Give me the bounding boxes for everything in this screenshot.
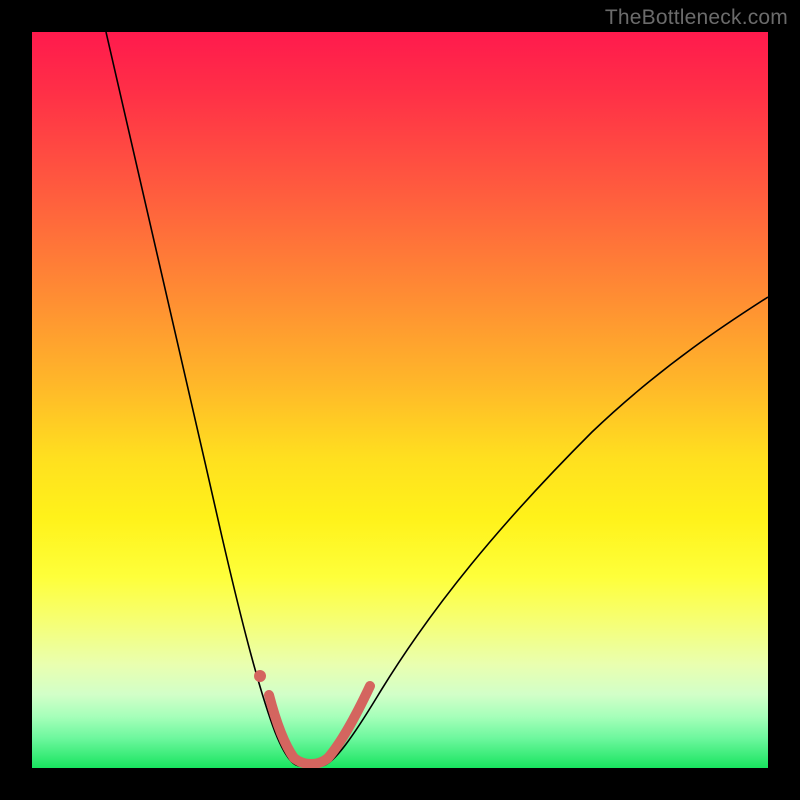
outer-frame: TheBottleneck.com — [0, 0, 800, 800]
watermark-text: TheBottleneck.com — [605, 6, 788, 30]
curve-layer — [32, 32, 768, 768]
highlight-segment-right — [328, 686, 370, 758]
bottleneck-curve-right — [325, 297, 768, 765]
highlight-dot-icon — [254, 670, 266, 682]
plot-area — [32, 32, 768, 768]
bottleneck-curve-left — [106, 32, 296, 765]
highlight-segment-bottom — [294, 758, 328, 764]
